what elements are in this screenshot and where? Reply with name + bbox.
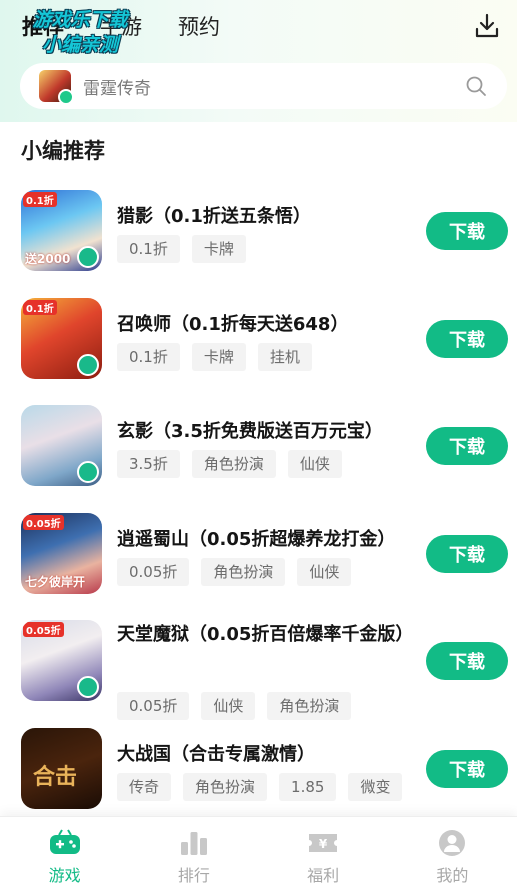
ticket-icon: ¥: [309, 834, 338, 852]
verified-badge-icon: [77, 676, 99, 698]
svg-text:¥: ¥: [319, 837, 328, 851]
download-button[interactable]: 下载: [426, 642, 508, 680]
tag: 0.1折: [117, 235, 180, 263]
download-button[interactable]: 下载: [426, 534, 508, 573]
download-button[interactable]: 下载: [426, 749, 508, 788]
game-name[interactable]: 大战国（合击专属激情）: [117, 740, 407, 770]
game-tags: 0.05折 角色扮演 仙侠: [117, 557, 363, 586]
tag: 角色扮演: [267, 692, 352, 720]
tag: 仙侠: [287, 450, 342, 478]
game-name[interactable]: 猎影（0.1折送五条悟）: [117, 202, 407, 232]
game-list: 0.1折 送2000 猎影（0.1折送五条悟） 0.1折 卡牌 下载 0.1折 …: [0, 182, 517, 827]
verified-badge-icon: [77, 246, 99, 268]
game-name[interactable]: 召唤师（0.1折每天送648）: [117, 310, 407, 340]
game-icon[interactable]: 0.1折: [21, 297, 102, 379]
game-icon[interactable]: 0.05折: [21, 620, 102, 701]
list-item[interactable]: 0.1折 送2000 猎影（0.1折送五条悟） 0.1折 卡牌 下载: [0, 182, 517, 290]
tag: 角色扮演: [183, 772, 268, 801]
icon-caption: 合击: [33, 764, 78, 790]
list-item[interactable]: 玄影（3.5折免费版送百万元宝） 3.5折 角色扮演 仙侠 下载: [0, 397, 517, 505]
verified-badge-icon: [77, 461, 99, 483]
section-title: 小编推荐: [21, 139, 105, 163]
tab-recommend[interactable]: 推荐: [22, 11, 64, 41]
discount-tag: 0.1折: [23, 299, 57, 315]
download-button[interactable]: 下载: [426, 427, 508, 465]
tag: 角色扮演: [191, 450, 276, 478]
search-game-thumbnail: [39, 70, 74, 105]
download-button[interactable]: 下载: [426, 319, 508, 358]
game-tags: 0.1折 卡牌 挂机: [117, 342, 324, 371]
tab-reservation[interactable]: 预约: [178, 11, 220, 41]
top-header: 推荐 手游 预约 游戏乐下载 小编亲测 雷霆传奇: [0, 0, 517, 122]
game-name[interactable]: 玄影（3.5折免费版送百万元宝）: [117, 417, 407, 447]
nav-label: 排行: [177, 866, 210, 885]
tag: 卡牌: [191, 342, 246, 371]
discount-tag: 0.05折: [23, 622, 64, 637]
tag: 3.5折: [117, 450, 180, 478]
icon-caption: 七夕彼岸开: [25, 574, 86, 589]
verified-badge-icon: [77, 353, 99, 376]
nav-label: 游戏: [48, 866, 81, 885]
nav-label: 福利: [307, 866, 340, 885]
list-item[interactable]: 0.1折 召唤师（0.1折每天送648） 0.1折 卡牌 挂机 下载: [0, 290, 517, 398]
search-bar[interactable]: 雷霆传奇: [20, 63, 507, 109]
bar-chart-icon: [180, 832, 207, 855]
game-icon[interactable]: [21, 405, 102, 486]
bottom-nav: 游戏 排行 ¥ 福利 我的: [0, 816, 517, 889]
nav-item-ranking[interactable]: 排行: [129, 817, 258, 889]
download-button[interactable]: 下载: [426, 212, 508, 250]
game-icon[interactable]: 合击: [21, 727, 102, 809]
game-name[interactable]: 逍遥蜀山（0.05折超爆养龙打金）: [117, 525, 407, 555]
search-input[interactable]: 雷霆传奇: [83, 74, 465, 99]
tag: 角色扮演: [201, 557, 286, 586]
icon-caption: 送2000: [25, 252, 71, 266]
category-tabs: 推荐 手游 预约: [22, 8, 256, 44]
list-item[interactable]: 合击 大战国（合击专属激情） 传奇 角色扮演 1.85 微变 下载: [0, 720, 517, 828]
tab-mobile-games[interactable]: 手游: [100, 11, 142, 41]
discount-tag: 0.1折: [23, 192, 57, 207]
tag: 0.05折: [117, 557, 190, 586]
tag: 0.1折: [117, 342, 180, 371]
game-icon[interactable]: 0.1折 送2000: [21, 190, 102, 271]
nav-item-welfare[interactable]: ¥ 福利: [259, 817, 388, 889]
game-icon[interactable]: 0.05折 七夕彼岸开: [21, 512, 102, 594]
tag: 仙侠: [297, 557, 352, 586]
tag: 0.05折: [117, 692, 190, 720]
list-item[interactable]: 0.05折 天堂魔狱（0.05折百倍爆率千金版） 0.05折 仙侠 角色扮演 下…: [0, 612, 517, 720]
game-tags: 传奇 角色扮演 1.85 微变: [117, 772, 414, 801]
download-icon[interactable]: [473, 12, 501, 40]
game-tags: 0.1折 卡牌: [117, 235, 258, 263]
tag: 传奇: [117, 772, 172, 801]
tag: 1.85: [279, 772, 337, 801]
nav-item-profile[interactable]: 我的: [388, 817, 517, 889]
tag: 卡牌: [191, 235, 246, 263]
game-tags: 3.5折 角色扮演 仙侠: [117, 450, 354, 478]
gamepad-icon: [49, 829, 80, 854]
tag: 仙侠: [201, 692, 256, 720]
game-tags: 0.05折 仙侠 角色扮演: [117, 692, 363, 720]
search-icon[interactable]: [465, 75, 487, 97]
tag: 挂机: [257, 342, 312, 371]
nav-label: 我的: [436, 866, 469, 885]
game-name[interactable]: 天堂魔狱（0.05折百倍爆率千金版）: [117, 620, 413, 650]
user-icon: [439, 830, 466, 856]
tag: 微变: [348, 772, 403, 801]
nav-item-games[interactable]: 游戏: [0, 817, 129, 889]
list-item[interactable]: 0.05折 七夕彼岸开 逍遥蜀山（0.05折超爆养龙打金） 0.05折 角色扮演…: [0, 505, 517, 613]
discount-tag: 0.05折: [23, 514, 64, 530]
